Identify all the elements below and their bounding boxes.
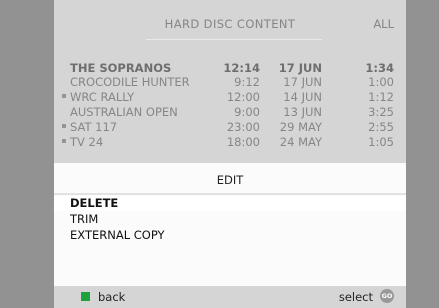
recording-time: 12:14 bbox=[223, 61, 260, 75]
recording-date: 14 JUN bbox=[283, 90, 322, 104]
recording-row[interactable]: AUSTRALIAN OPEN 9:00 13 JUN 3:25 bbox=[54, 105, 406, 119]
recording-row[interactable]: SAT 117 23:00 29 MAY 2:55 bbox=[54, 120, 406, 134]
recording-date: 13 JUN bbox=[283, 105, 322, 119]
recording-duration: 1:12 bbox=[368, 90, 394, 104]
recording-name: TV 24 bbox=[70, 135, 104, 149]
select-button[interactable]: select bbox=[339, 290, 373, 304]
recording-time: 9:00 bbox=[234, 105, 260, 119]
left-border bbox=[0, 0, 54, 308]
recording-row[interactable]: CROCODILE HUNTER 9:12 17 JUN 1:00 bbox=[54, 75, 406, 89]
recording-time: 23:00 bbox=[226, 120, 260, 134]
recording-duration: 3:25 bbox=[368, 105, 394, 119]
footer-bar: back select GO bbox=[54, 286, 406, 308]
recording-date: 24 MAY bbox=[279, 135, 322, 149]
right-border bbox=[406, 0, 439, 308]
recording-date: 17 JUN bbox=[283, 75, 322, 89]
page-title: HARD DISC CONTENT bbox=[164, 17, 296, 31]
menu-item-delete[interactable]: DELETE bbox=[54, 196, 406, 211]
recording-name: SAT 117 bbox=[70, 120, 118, 134]
menu-item-trim[interactable]: TRIM bbox=[54, 212, 406, 227]
tv-screen: HARD DISC CONTENT ALL THE SOPRANOS 12:14… bbox=[0, 0, 439, 308]
marked-bullet-icon bbox=[62, 94, 66, 98]
title-divider bbox=[146, 39, 322, 40]
recording-duration: 1:34 bbox=[365, 61, 394, 75]
recording-row[interactable]: THE SOPRANOS 12:14 17 JUN 1:34 bbox=[54, 61, 406, 75]
marked-bullet-icon bbox=[62, 139, 66, 143]
recording-time: 9:12 bbox=[234, 75, 260, 89]
recording-date: 17 JUN bbox=[278, 61, 322, 75]
recording-name: THE SOPRANOS bbox=[70, 61, 172, 75]
recording-time: 12:00 bbox=[226, 90, 260, 104]
marked-bullet-icon bbox=[62, 124, 66, 128]
edit-menu-title: EDIT bbox=[216, 173, 244, 187]
edit-divider bbox=[54, 193, 406, 195]
menu-item-external-copy[interactable]: EXTERNAL COPY bbox=[54, 228, 406, 243]
menu-item-label: EXTERNAL COPY bbox=[70, 228, 165, 242]
recording-duration: 1:00 bbox=[368, 75, 394, 89]
back-button[interactable]: back bbox=[98, 290, 125, 304]
hard-disc-panel: HARD DISC CONTENT ALL THE SOPRANOS 12:14… bbox=[54, 0, 406, 308]
recording-time: 18:00 bbox=[226, 135, 260, 149]
menu-item-label: TRIM bbox=[70, 212, 99, 226]
recording-duration: 1:05 bbox=[368, 135, 394, 149]
recording-name: CROCODILE HUNTER bbox=[70, 75, 190, 89]
recording-duration: 2:55 bbox=[368, 120, 394, 134]
menu-item-label: DELETE bbox=[70, 196, 119, 210]
recording-row[interactable]: TV 24 18:00 24 MAY 1:05 bbox=[54, 135, 406, 149]
filter-all-label[interactable]: ALL bbox=[373, 17, 394, 31]
go-button-icon[interactable]: GO bbox=[380, 289, 394, 303]
recording-date: 29 MAY bbox=[279, 120, 322, 134]
recording-name: AUSTRALIAN OPEN bbox=[70, 105, 178, 119]
green-key-icon[interactable] bbox=[81, 292, 90, 301]
recording-name: WRC RALLY bbox=[70, 90, 135, 104]
recording-row[interactable]: WRC RALLY 12:00 14 JUN 1:12 bbox=[54, 90, 406, 104]
